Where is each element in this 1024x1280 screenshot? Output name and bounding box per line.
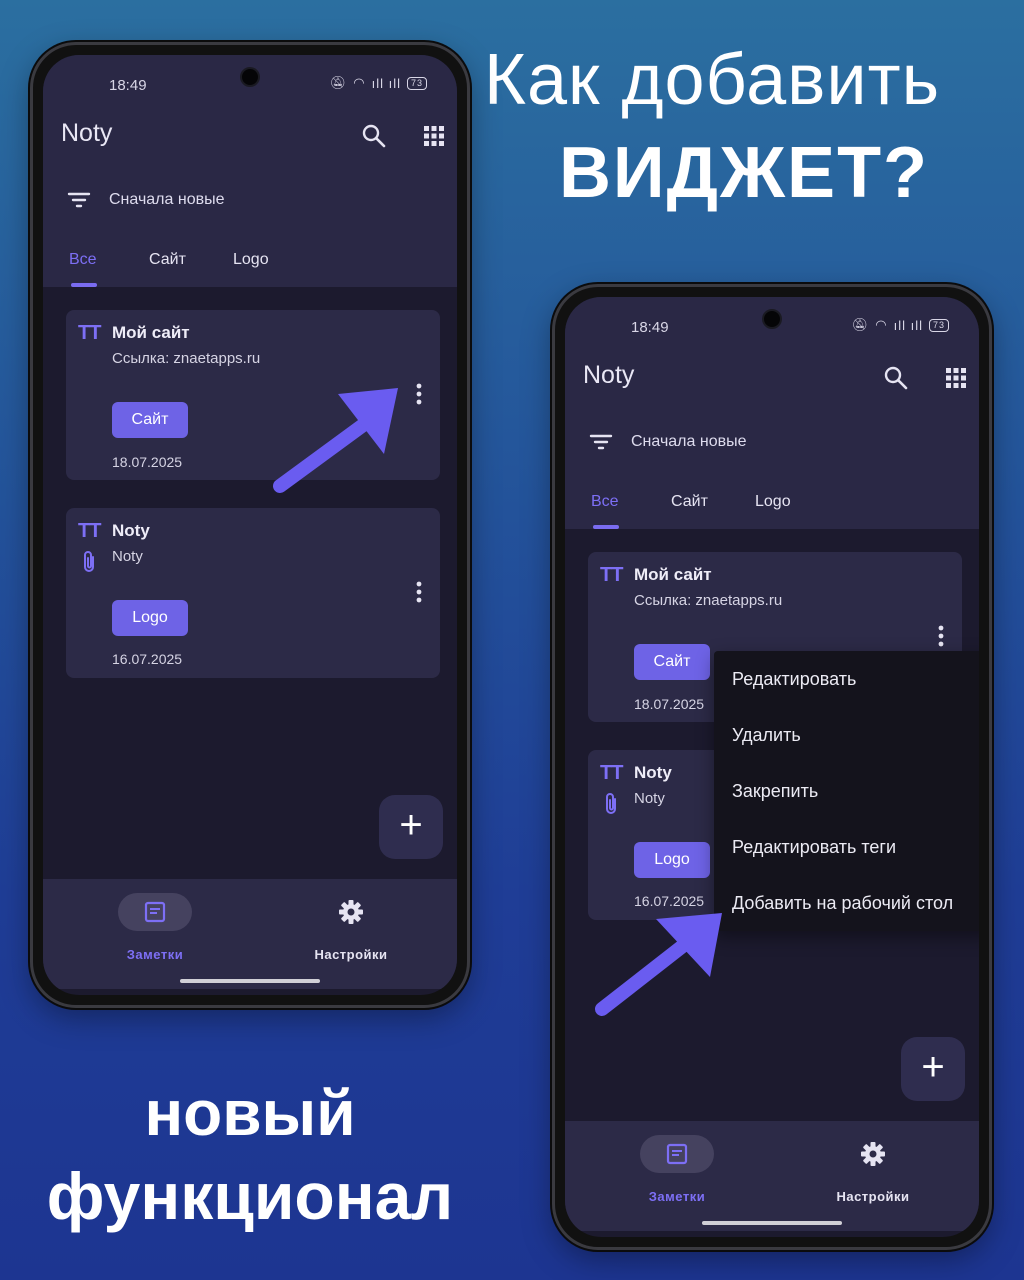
more-options-icon[interactable] bbox=[938, 625, 944, 647]
wifi-icon: ◠ bbox=[875, 317, 888, 332]
add-note-button[interactable]: + bbox=[379, 795, 443, 859]
sort-row[interactable]: Сначала новые bbox=[67, 191, 224, 209]
nav-notes-pill bbox=[640, 1135, 714, 1173]
status-bar: 18:49 🔕︎ ◠ ıll ıll 73 bbox=[109, 75, 427, 99]
status-icons: 🔕︎ ◠ ıll ıll 73 bbox=[852, 317, 949, 333]
sort-row[interactable]: Сначала новые bbox=[589, 433, 746, 451]
gear-icon bbox=[861, 1142, 885, 1166]
nav-settings[interactable]: Настройки bbox=[808, 1135, 938, 1204]
menu-item-add-to-home[interactable]: Добавить на рабочий стол bbox=[714, 875, 979, 931]
mute-icon: 🔕︎ bbox=[851, 317, 870, 332]
note-date: 16.07.2025 bbox=[112, 651, 183, 667]
status-bar: 18:49 🔕︎ ◠ ıll ıll 73 bbox=[631, 317, 949, 341]
headline-line2: ВИДЖЕТ? bbox=[558, 133, 930, 213]
note-link-button[interactable]: Сайт bbox=[634, 644, 710, 680]
tab-site[interactable]: Сайт bbox=[671, 493, 755, 511]
nav-notes-label: Заметки bbox=[648, 1189, 706, 1204]
app-title: Noty bbox=[61, 119, 113, 147]
note-subtitle: Ссылка: znaetapps.ru bbox=[112, 350, 261, 367]
tab-logo[interactable]: Logo bbox=[755, 493, 791, 511]
tab-all[interactable]: Все bbox=[591, 493, 671, 511]
nav-settings-label: Настройки bbox=[314, 947, 388, 962]
wifi-icon: ◠ bbox=[353, 75, 366, 90]
note-title: Noty bbox=[112, 521, 150, 540]
menu-item-edit[interactable]: Редактировать bbox=[714, 651, 979, 707]
note-subtitle: Noty bbox=[112, 548, 143, 565]
headline: Как добавить ВИДЖЕТ? bbox=[484, 40, 1004, 216]
tab-indicator bbox=[593, 525, 619, 529]
menu-item-pin[interactable]: Закрепить bbox=[714, 763, 979, 819]
status-icons: 🔕︎ ◠ ıll ıll 73 bbox=[330, 75, 427, 91]
phone-right: 18:49 🔕︎ ◠ ıll ıll 73 Noty Сначала новые… bbox=[552, 284, 992, 1250]
notes-icon bbox=[666, 1143, 688, 1165]
note-title: Мой сайт bbox=[634, 565, 712, 584]
home-indicator bbox=[180, 979, 320, 983]
tab-indicator bbox=[71, 283, 97, 287]
note-link-button[interactable]: Logo bbox=[112, 600, 188, 636]
phone-screen: 18:49 🔕︎ ◠ ıll ıll 73 Noty Сначала новые… bbox=[43, 55, 457, 995]
text-type-icon: TT bbox=[78, 520, 101, 542]
more-options-icon[interactable] bbox=[416, 581, 422, 603]
nav-settings-label: Настройки bbox=[836, 1189, 910, 1204]
tab-all[interactable]: Все bbox=[69, 251, 149, 269]
pointer-arrow bbox=[595, 913, 722, 1016]
nav-settings[interactable]: Настройки bbox=[286, 893, 416, 962]
sort-label: Сначала новые bbox=[109, 191, 225, 208]
attachment-icon bbox=[84, 551, 94, 572]
pointer-arrow bbox=[273, 388, 398, 493]
bottom-nav: Заметки Настройки bbox=[565, 1121, 979, 1231]
sort-icon bbox=[67, 192, 91, 208]
phone-left: 18:49 🔕︎ ◠ ıll ıll 73 Noty Сначала новые… bbox=[30, 42, 470, 1008]
search-icon[interactable] bbox=[361, 123, 387, 149]
battery-icon: 73 bbox=[928, 318, 949, 332]
grid-icon[interactable] bbox=[423, 125, 445, 147]
tab-logo[interactable]: Logo bbox=[233, 251, 269, 269]
attachment-icon bbox=[606, 793, 616, 814]
app-title: Noty bbox=[583, 361, 635, 389]
status-time: 18:49 bbox=[109, 77, 147, 94]
menu-item-edit-tags[interactable]: Редактировать теги bbox=[714, 819, 979, 875]
note-title: Noty bbox=[634, 763, 672, 782]
menu-item-delete[interactable]: Удалить bbox=[714, 707, 979, 763]
notes-icon bbox=[144, 901, 166, 923]
nav-notes-label: Заметки bbox=[126, 947, 184, 962]
context-menu: Редактировать Удалить Закрепить Редактир… bbox=[714, 651, 979, 931]
phone-screen: 18:49 🔕︎ ◠ ıll ıll 73 Noty Сначала новые… bbox=[565, 297, 979, 1237]
sort-label: Сначала новые bbox=[631, 433, 747, 450]
note-subtitle: Ссылка: znaetapps.ru bbox=[634, 592, 783, 609]
text-type-icon: TT bbox=[78, 322, 101, 344]
text-type-icon: TT bbox=[600, 762, 623, 784]
footline-line2: функционал bbox=[46, 1159, 454, 1233]
battery-icon: 73 bbox=[406, 76, 427, 90]
note-link-button[interactable]: Logo bbox=[634, 842, 710, 878]
nav-notes-pill bbox=[118, 893, 192, 931]
note-link-button[interactable]: Сайт bbox=[112, 402, 188, 438]
add-note-button[interactable]: + bbox=[901, 1037, 965, 1101]
footline-line1: новый bbox=[144, 1077, 356, 1149]
note-date: 18.07.2025 bbox=[634, 696, 705, 712]
home-indicator bbox=[702, 1221, 842, 1225]
tab-bar: Все Сайт Logo bbox=[69, 251, 269, 269]
note-subtitle: Noty bbox=[634, 790, 665, 807]
sort-icon bbox=[589, 434, 613, 450]
gear-icon bbox=[339, 900, 363, 924]
headline-line1: Как добавить bbox=[484, 40, 941, 120]
status-time: 18:49 bbox=[631, 319, 669, 336]
mute-icon: 🔕︎ bbox=[329, 75, 348, 90]
note-card[interactable]: TT Noty Noty Logo 16.07.2025 bbox=[66, 508, 440, 678]
signal-icon: ıll ıll bbox=[893, 317, 923, 333]
text-type-icon: TT bbox=[600, 564, 623, 586]
bottom-nav: Заметки Настройки bbox=[43, 879, 457, 989]
note-title: Мой сайт bbox=[112, 323, 190, 342]
note-date: 18.07.2025 bbox=[112, 454, 183, 470]
tab-site[interactable]: Сайт bbox=[149, 251, 233, 269]
search-icon[interactable] bbox=[883, 365, 909, 391]
nav-notes[interactable]: Заметки bbox=[627, 1135, 727, 1204]
signal-icon: ıll ıll bbox=[371, 75, 401, 91]
nav-notes[interactable]: Заметки bbox=[105, 893, 205, 962]
grid-icon[interactable] bbox=[945, 367, 967, 389]
tab-bar: Все Сайт Logo bbox=[591, 493, 791, 511]
